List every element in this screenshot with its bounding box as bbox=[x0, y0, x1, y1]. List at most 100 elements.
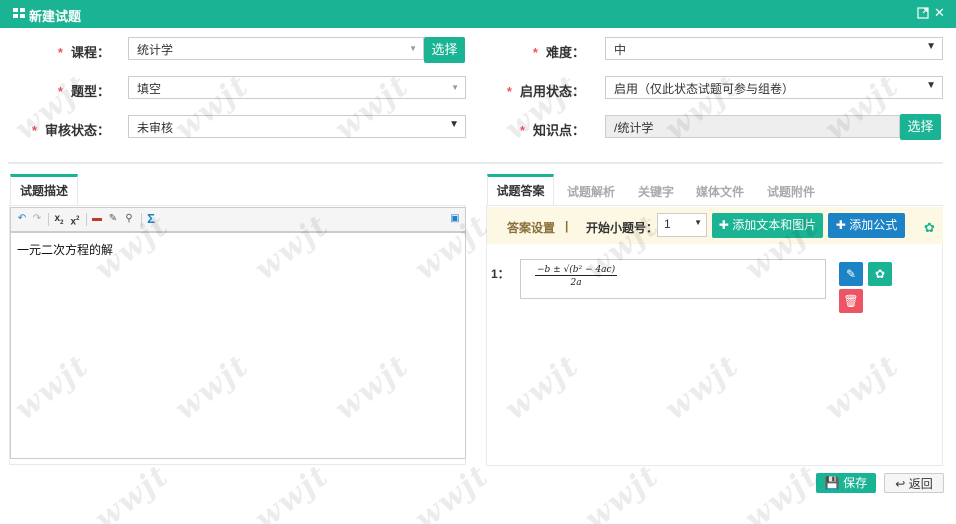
gear-icon: ✿ bbox=[874, 267, 886, 281]
formula-icon[interactable]: Σ bbox=[145, 212, 157, 225]
chevron-down-icon: ▼ bbox=[926, 80, 936, 91]
plus-icon: ✚ bbox=[718, 218, 729, 232]
pencil-icon: ✎ bbox=[845, 267, 857, 281]
superscript-icon[interactable]: x2 bbox=[69, 213, 81, 227]
tab-question-description[interactable]: 试题描述 bbox=[10, 174, 78, 206]
review-status-label-text: 审核状态： bbox=[44, 123, 110, 138]
trash-icon: 🗑 bbox=[843, 294, 859, 308]
chevron-down-icon: ▼ bbox=[451, 83, 459, 92]
search-icon[interactable]: ⚲ bbox=[123, 213, 135, 225]
watermark-glyph: wwjt bbox=[738, 457, 827, 524]
undo-icon[interactable]: ↶ bbox=[16, 213, 28, 225]
quadratic-formula: −b ± √(b² − 4ac) 2a bbox=[535, 265, 618, 288]
course-select-button[interactable]: 选择 bbox=[424, 37, 465, 63]
delete-button[interactable]: 🗑 bbox=[839, 289, 863, 313]
enable-status-label-text: 启用状态： bbox=[519, 84, 585, 99]
start-number-label: 开始小题号： bbox=[586, 221, 659, 235]
tab-analysis[interactable]: 试题解析 bbox=[567, 183, 615, 200]
required-mark: * bbox=[519, 123, 525, 138]
editor-toolbar: ↶ ↷ x2 x2 ▬ ✎ ⚲ Σ ▣ bbox=[10, 207, 466, 232]
start-number-select[interactable]: 1 ▼ bbox=[657, 213, 707, 237]
tab-attachments[interactable]: 试题附件 bbox=[767, 183, 815, 200]
required-mark: * bbox=[57, 45, 63, 60]
course-select[interactable]: 统计学 ▼ bbox=[128, 37, 424, 60]
chevron-down-icon: ▼ bbox=[449, 119, 459, 130]
maximize-icon[interactable] bbox=[917, 7, 929, 22]
close-icon[interactable]: ✕ bbox=[934, 5, 945, 21]
knowledge-point-value: /统计学 bbox=[614, 121, 654, 135]
required-mark: * bbox=[506, 84, 512, 99]
formula-numerator: −b ± √(b² − 4ac) bbox=[535, 265, 618, 276]
enable-status-label: * 启用状态： bbox=[490, 81, 585, 100]
difficulty-select[interactable]: 中 ▼ bbox=[605, 37, 943, 60]
back-label: 返回 bbox=[908, 477, 933, 491]
review-status-select[interactable]: 未审核 ▼ bbox=[128, 115, 466, 138]
subscript-icon[interactable]: x2 bbox=[53, 213, 65, 226]
chevron-down-icon: ▼ bbox=[409, 44, 417, 53]
description-editor[interactable]: 一元二次方程的解 bbox=[10, 232, 466, 459]
window-title: 新建试题 bbox=[29, 9, 82, 24]
chevron-down-icon: ▼ bbox=[694, 218, 702, 227]
course-value: 统计学 bbox=[137, 43, 174, 57]
window-titlebar: 新建试题 ✕ bbox=[0, 0, 956, 28]
eraser-icon[interactable]: ✎ bbox=[107, 213, 119, 225]
course-label: * 课程： bbox=[40, 42, 110, 61]
save-label: 保存 bbox=[843, 476, 868, 490]
difficulty-value: 中 bbox=[614, 43, 627, 57]
gear-icon[interactable]: ✿ bbox=[924, 220, 935, 236]
question-type-value: 填空 bbox=[137, 82, 162, 96]
start-number-value: 1 bbox=[664, 217, 671, 231]
toolbar-separator bbox=[86, 213, 87, 226]
back-button[interactable]: ↩ 返回 bbox=[884, 473, 944, 493]
image-icon[interactable]: ▬ bbox=[91, 213, 103, 225]
tab-keywords[interactable]: 关键字 bbox=[638, 183, 674, 200]
knowledge-point-label-text: 知识点： bbox=[532, 123, 585, 138]
chevron-down-icon: ▼ bbox=[926, 41, 936, 52]
toolbar-separator bbox=[141, 213, 142, 226]
plus-icon: ✚ bbox=[835, 218, 846, 232]
add-text-image-button[interactable]: ✚ 添加文本和图片 bbox=[712, 213, 823, 238]
course-label-text: 课程： bbox=[70, 45, 110, 60]
answer-settings-label: 答案设置 bbox=[507, 221, 556, 235]
watermark-glyph: wwjt bbox=[248, 457, 337, 524]
toolbar-separator bbox=[48, 213, 49, 226]
description-text: 一元二次方程的解 bbox=[17, 243, 114, 257]
tab-answer[interactable]: 试题答案 bbox=[487, 174, 554, 206]
knowledge-point-input: /统计学 bbox=[605, 115, 900, 138]
answer-panel bbox=[486, 205, 943, 466]
add-formula-label: 添加公式 bbox=[849, 218, 898, 232]
knowledge-point-select-button[interactable]: 选择 bbox=[900, 114, 941, 140]
answer-index: 1： bbox=[491, 267, 510, 281]
required-mark: * bbox=[57, 84, 63, 99]
watermark-glyph: wwjt bbox=[578, 457, 667, 524]
divider bbox=[8, 162, 943, 164]
required-mark: * bbox=[532, 45, 538, 60]
add-formula-button[interactable]: ✚ 添加公式 bbox=[828, 213, 905, 238]
review-status-label: * 审核状态： bbox=[22, 120, 110, 139]
save-button[interactable]: 💾 保存 bbox=[816, 473, 876, 493]
floppy-icon: 💾 bbox=[824, 476, 840, 490]
undo-arrow-icon: ↩ bbox=[895, 477, 906, 491]
add-text-image-label: 添加文本和图片 bbox=[732, 218, 817, 232]
watermark-glyph: wwjt bbox=[88, 457, 177, 524]
enable-status-select[interactable]: 启用（仅此状态试题可参与组卷） ▼ bbox=[605, 76, 943, 99]
review-status-value: 未审核 bbox=[137, 121, 174, 135]
watermark-glyph: wwjt bbox=[408, 457, 497, 524]
tab-media[interactable]: 媒体文件 bbox=[696, 183, 744, 200]
difficulty-label-text: 难度： bbox=[545, 45, 585, 60]
question-type-select[interactable]: 填空 ▼ bbox=[128, 76, 466, 99]
question-type-label-text: 题型： bbox=[70, 84, 110, 99]
required-mark: * bbox=[31, 123, 37, 138]
separator: | bbox=[565, 219, 569, 233]
enable-status-value: 启用（仅此状态试题可参与组卷） bbox=[614, 82, 795, 96]
grid-icon bbox=[13, 8, 25, 19]
formula-denominator: 2a bbox=[570, 278, 582, 288]
difficulty-label: * 难度： bbox=[500, 42, 585, 61]
question-type-label: * 题型： bbox=[40, 81, 110, 100]
edit-button[interactable]: ✎ bbox=[839, 262, 863, 286]
fullscreen-icon[interactable]: ▣ bbox=[449, 213, 461, 225]
formula-box[interactable]: −b ± √(b² − 4ac) 2a bbox=[520, 259, 826, 299]
redo-icon[interactable]: ↷ bbox=[31, 213, 43, 225]
knowledge-point-label: * 知识点： bbox=[500, 120, 585, 139]
settings-button[interactable]: ✿ bbox=[868, 262, 892, 286]
